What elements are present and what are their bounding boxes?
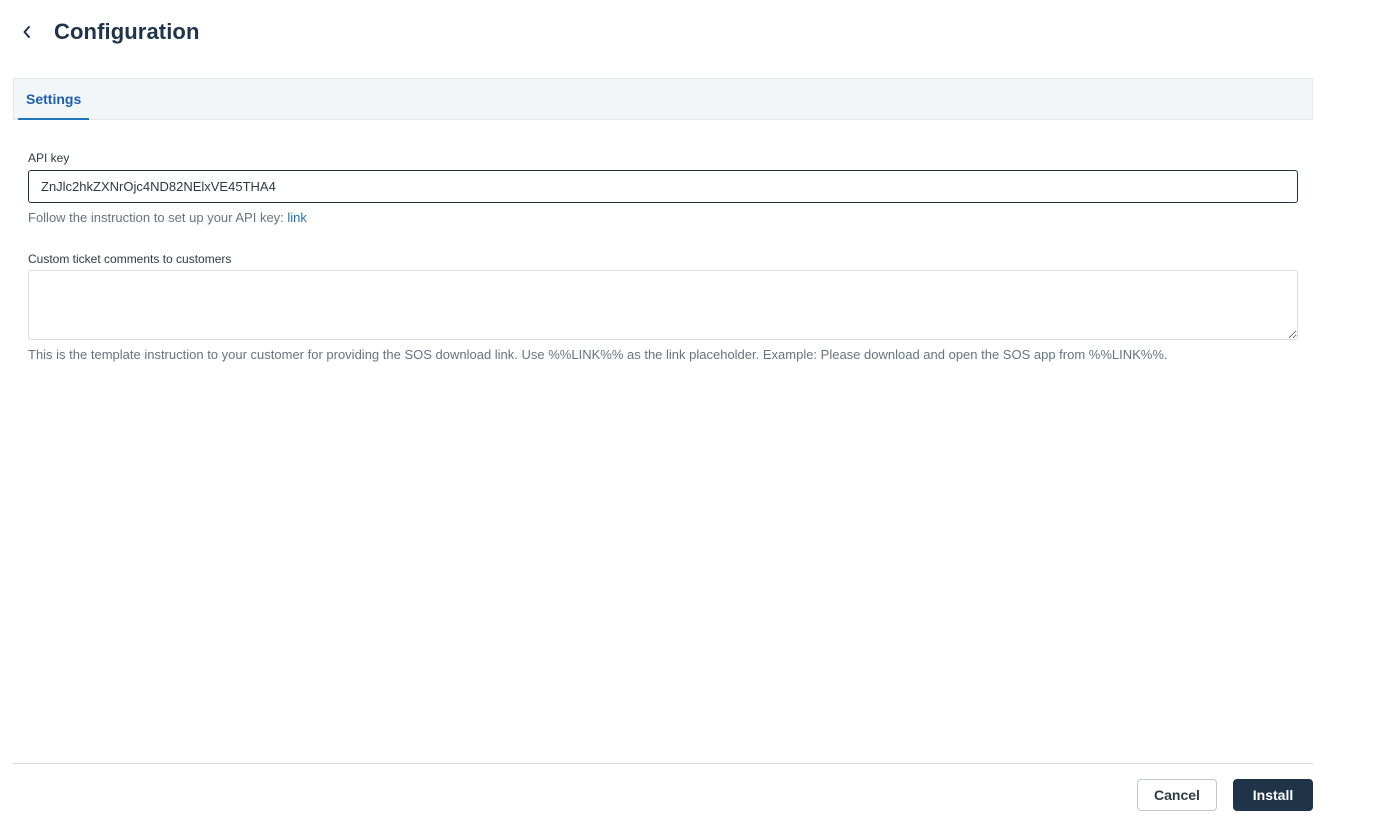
comments-textarea[interactable]	[28, 270, 1298, 340]
api-key-hint-text: Follow the instruction to set up your AP…	[28, 210, 288, 225]
footer-divider	[13, 763, 1313, 764]
comments-label: Custom ticket comments to customers	[28, 252, 232, 266]
page-title: Configuration	[54, 19, 200, 44]
back-button[interactable]	[13, 14, 41, 50]
comments-hint: This is the template instruction to your…	[28, 347, 1168, 362]
tab-settings[interactable]: Settings	[18, 79, 90, 120]
api-key-label: API key	[28, 151, 70, 165]
install-button[interactable]: Install	[1233, 779, 1313, 811]
tab-label: Settings	[26, 91, 82, 107]
chevron-left-icon	[23, 26, 30, 38]
page-header: Configuration	[13, 14, 200, 50]
api-key-hint: Follow the instruction to set up your AP…	[28, 210, 307, 225]
configuration-page: Configuration Settings API key Follow th…	[0, 0, 1375, 835]
active-tab-indicator	[18, 118, 90, 120]
api-key-instruction-link[interactable]: link	[287, 210, 307, 225]
cancel-button[interactable]: Cancel	[1137, 779, 1217, 811]
tabs-bar: Settings	[13, 78, 1313, 120]
api-key-input[interactable]	[28, 170, 1298, 203]
